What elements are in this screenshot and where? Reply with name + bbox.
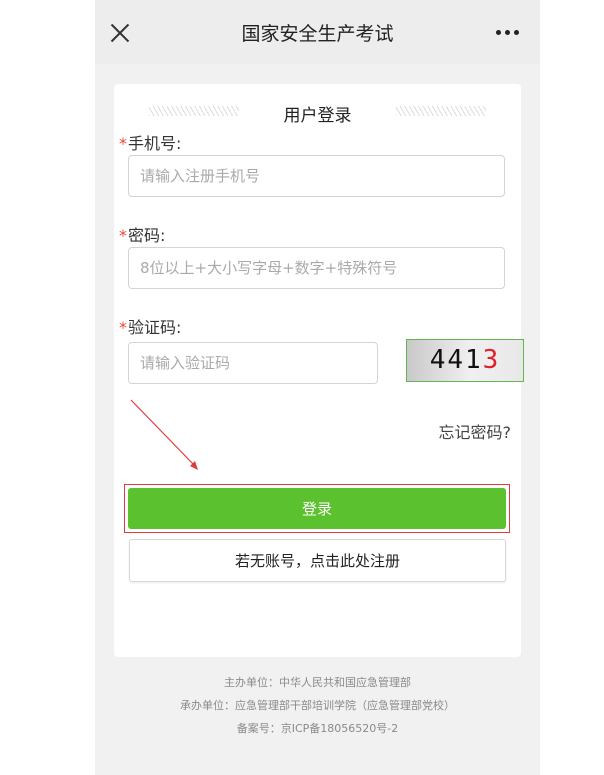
register-button[interactable]: 若无账号，点击此处注册 <box>129 539 506 582</box>
footer-icp: 备案号：京ICP备18056520号-2 <box>236 722 399 735</box>
phone-label-text: 手机号: <box>128 134 182 153</box>
footer-organizer: 承办单位：应急管理部干部培训学院（应急管理部党校） <box>180 699 455 712</box>
login-button[interactable]: 登录 <box>128 488 506 529</box>
card-title: 用户登录 <box>283 106 352 126</box>
arrow-line <box>130 399 196 467</box>
captcha-digit-red: 3 <box>482 345 501 375</box>
forgot-password-link[interactable]: 忘记密码? <box>439 419 512 443</box>
captcha-input[interactable] <box>128 342 378 384</box>
more-dots-icon[interactable] <box>496 30 520 36</box>
captcha-image[interactable]: 4413 <box>406 339 524 382</box>
phone-screen: 国家安全生产考试 用户登录 *手机号: *密码: *验证码: 4413 忘记密码… <box>95 0 540 775</box>
required-mark: * <box>119 134 127 153</box>
phone-input[interactable] <box>128 155 505 197</box>
password-label: *密码: <box>119 222 165 246</box>
captcha-label-text: 验证码: <box>128 318 182 337</box>
captcha-digits: 441 <box>429 345 483 375</box>
arrow-head <box>190 461 198 470</box>
login-highlight-box: 登录 <box>124 484 510 533</box>
password-label-text: 密码: <box>128 226 166 245</box>
captcha-label: *验证码: <box>119 314 181 338</box>
close-icon[interactable] <box>107 20 133 46</box>
footer-sponsor: 主办单位：中华人民共和国应急管理部 <box>224 676 411 689</box>
required-mark: * <box>119 226 127 245</box>
title-bar: 国家安全生产考试 <box>95 0 540 64</box>
required-mark: * <box>119 318 127 337</box>
phone-label: *手机号: <box>119 130 181 154</box>
password-input[interactable] <box>128 247 505 289</box>
page-title: 国家安全生产考试 <box>241 23 394 45</box>
